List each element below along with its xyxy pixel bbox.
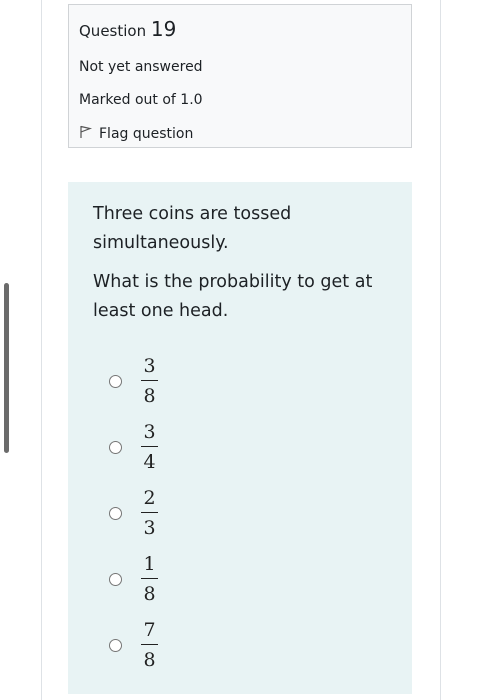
- question-content-panel: Three coins are tossed simultaneously. W…: [68, 182, 412, 694]
- fraction-numerator: 3: [143, 420, 156, 443]
- fraction-denominator: 8: [143, 583, 156, 606]
- question-state: Not yet answered: [79, 59, 203, 75]
- answer-radio-3[interactable]: [109, 506, 122, 520]
- question-text-line-1: Three coins are tossed simultaneously.: [93, 204, 292, 253]
- fraction-denominator: 3: [143, 517, 156, 540]
- fraction-numerator: 7: [143, 618, 156, 641]
- question-title: Question 19: [79, 17, 401, 41]
- question-text: Three coins are tossed simultaneously. W…: [93, 200, 388, 326]
- fraction-denominator: 8: [143, 385, 156, 408]
- answer-option-5[interactable]: 7 8: [93, 612, 388, 678]
- answer-fraction-1: 3 8: [141, 354, 158, 408]
- answer-option-1[interactable]: 3 8: [93, 348, 388, 414]
- fraction-bar: [141, 511, 158, 514]
- fraction-denominator: 4: [143, 451, 156, 474]
- fraction-bar: [141, 577, 158, 580]
- fraction-numerator: 1: [143, 552, 156, 575]
- flag-question-link[interactable]: Flag question: [79, 125, 401, 143]
- fraction-bar: [141, 445, 158, 448]
- answer-option-4[interactable]: 1 8: [93, 546, 388, 612]
- answer-list: 3 8 3 4 2 3 1 8 7 8: [93, 348, 388, 678]
- fraction-numerator: 3: [143, 354, 156, 377]
- answer-fraction-5: 7 8: [141, 618, 158, 672]
- answer-radio-2[interactable]: [109, 440, 122, 454]
- fraction-bar: [141, 643, 158, 646]
- answer-radio-5[interactable]: [109, 638, 122, 652]
- question-text-line-2: What is the probability to get at least …: [93, 272, 373, 321]
- answer-fraction-3: 2 3: [141, 486, 158, 540]
- scrollbar-thumb[interactable]: [4, 283, 9, 453]
- question-number: 19: [150, 17, 177, 41]
- answer-radio-1[interactable]: [109, 374, 122, 388]
- answer-fraction-4: 1 8: [141, 552, 158, 606]
- question-info-panel: Question 19 Not yet answered Marked out …: [68, 4, 412, 148]
- page-border-left: [41, 0, 42, 700]
- answer-option-3[interactable]: 2 3: [93, 480, 388, 546]
- answer-option-2[interactable]: 3 4: [93, 414, 388, 480]
- answer-fraction-2: 3 4: [141, 420, 158, 474]
- flag-icon: [79, 125, 93, 143]
- fraction-denominator: 8: [143, 649, 156, 672]
- fraction-numerator: 2: [143, 486, 156, 509]
- page-border-right: [440, 0, 441, 700]
- question-marks: Marked out of 1.0: [79, 92, 203, 108]
- answer-radio-4[interactable]: [109, 572, 122, 586]
- question-title-prefix: Question: [79, 22, 147, 40]
- flag-question-label: Flag question: [99, 126, 194, 142]
- fraction-bar: [141, 379, 158, 382]
